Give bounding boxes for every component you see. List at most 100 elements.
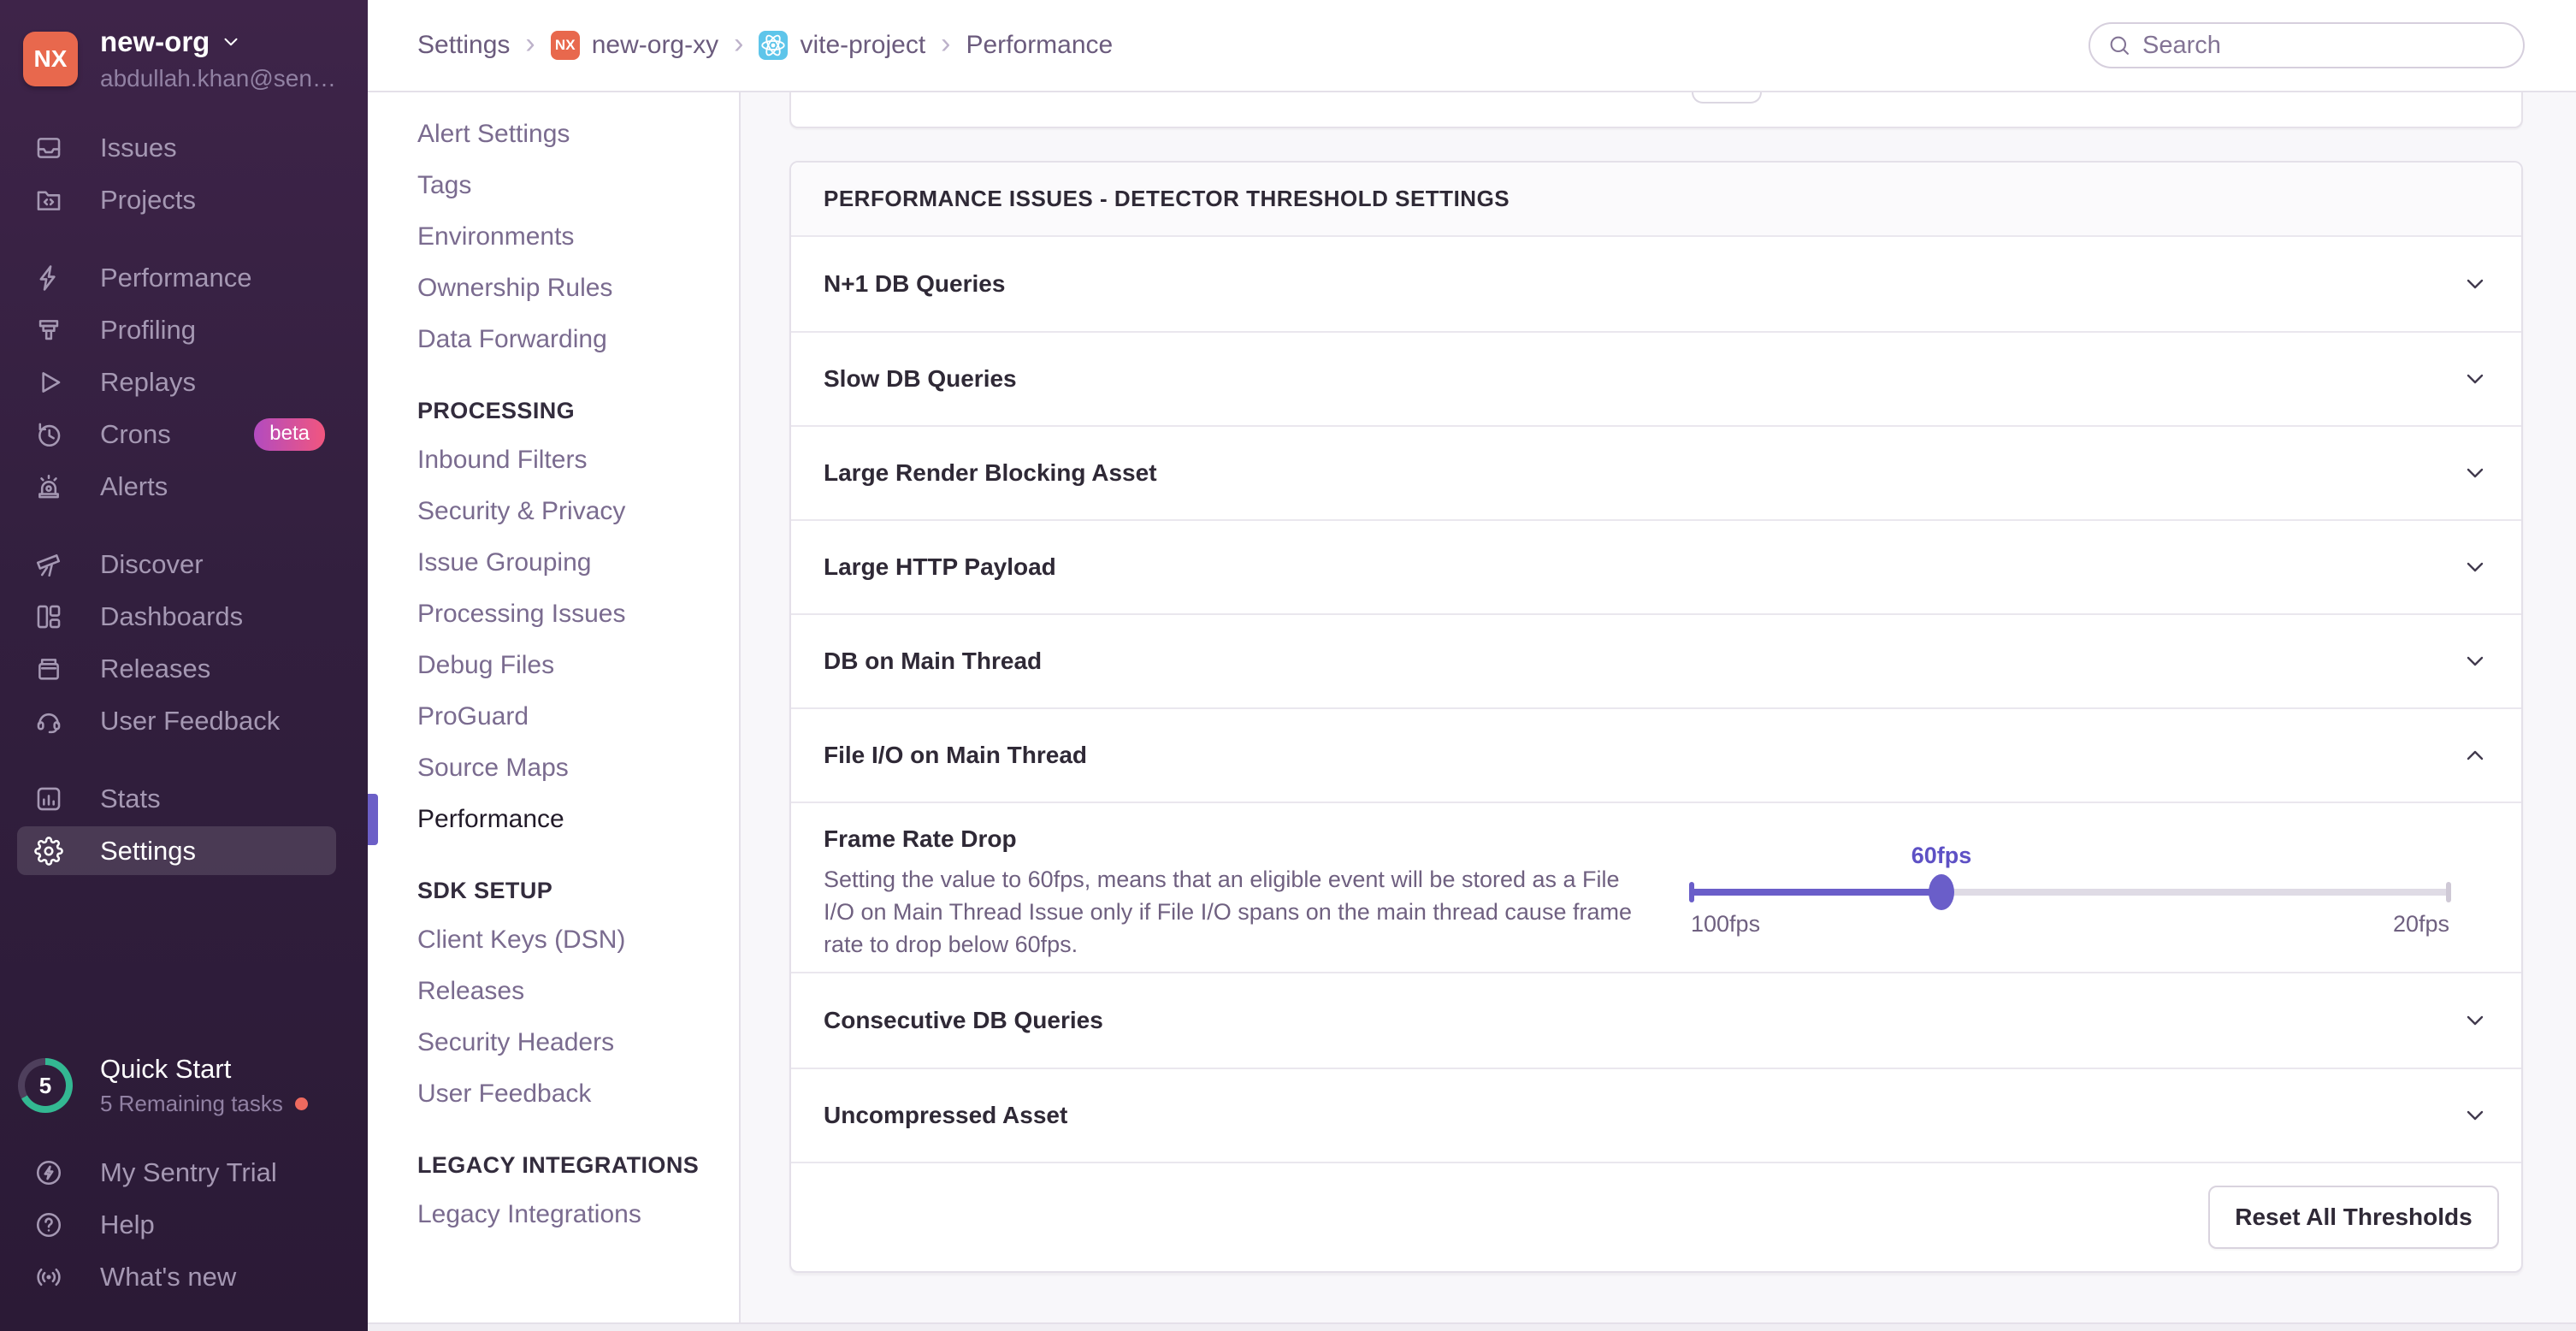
sidebar-item-my-sentry-trial[interactable]: My Sentry Trial xyxy=(0,1146,368,1198)
settings-nav-section-processing: PROCESSING xyxy=(368,387,739,435)
sidebar-item-discover[interactable]: Discover xyxy=(0,538,368,590)
sidebar-item-label: Crons xyxy=(100,419,171,450)
breadcrumb-label: new-org-xy xyxy=(592,31,718,60)
frame-rate-drop-description: Setting the value to 60fps, means that a… xyxy=(824,863,1636,961)
breadcrumb-separator: › xyxy=(525,27,535,61)
accordion-row-large-render-blocking-asset[interactable]: Large Render Blocking Asset xyxy=(791,425,2521,519)
detector-threshold-panel: PERFORMANCE ISSUES - DETECTOR THRESHOLD … xyxy=(789,161,2523,1273)
sidebar-item-projects[interactable]: Projects xyxy=(0,174,368,226)
settings-nav-item-environments[interactable]: Environments xyxy=(368,211,739,263)
settings-nav-label: Issue Grouping xyxy=(417,548,591,577)
org-avatar: NX xyxy=(23,32,78,86)
chevron-down-icon xyxy=(2461,270,2489,298)
accordion-row-label: N+1 DB Queries xyxy=(824,270,2461,298)
sidebar-item-profiling[interactable]: Profiling xyxy=(0,304,368,356)
settings-nav-label: Security & Privacy xyxy=(417,497,625,526)
sidebar-item-label: Discover xyxy=(100,549,204,580)
settings-nav-label: Ownership Rules xyxy=(417,274,612,303)
sidebar-item-releases[interactable]: Releases xyxy=(0,642,368,695)
sidebar-item-replays[interactable]: Replays xyxy=(0,356,368,408)
accordion-row-slow-db-queries[interactable]: Slow DB Queries xyxy=(791,331,2521,425)
sidebar-item-user-feedback[interactable]: User Feedback xyxy=(0,695,368,747)
settings-nav-item-data-forwarding[interactable]: Data Forwarding xyxy=(368,314,739,365)
accordion-row-label: DB on Main Thread xyxy=(824,648,2461,675)
body-row: Alert SettingsTagsEnvironments Ownership … xyxy=(368,92,2576,1322)
user-feedback-icon xyxy=(34,707,63,736)
settings-nav-item-legacy-integrations[interactable]: Legacy Integrations xyxy=(368,1189,739,1240)
react-project-icon xyxy=(759,31,788,60)
search-input[interactable] xyxy=(2142,32,2484,60)
sidebar-item-label: Issues xyxy=(100,133,177,163)
slider-handle[interactable] xyxy=(1929,874,1954,910)
chevron-down-icon xyxy=(2461,1102,2489,1129)
settings-nav-item-tags[interactable]: Tags xyxy=(368,160,739,211)
sidebar-item-alerts[interactable]: Alerts xyxy=(0,460,368,512)
reset-all-thresholds-button[interactable]: Reset All Thresholds xyxy=(2208,1186,2499,1249)
quick-start-meta: Quick Start 5 Remaining tasks xyxy=(100,1054,308,1117)
active-indicator xyxy=(368,794,378,845)
sidebar-item-what-s-new[interactable]: What's new xyxy=(0,1251,368,1303)
accordion-row-db-on-main-thread[interactable]: DB on Main Thread xyxy=(791,613,2521,707)
sidebar-item-help[interactable]: Help xyxy=(0,1198,368,1251)
alerts-icon xyxy=(34,472,63,501)
accordion-row-large-http-payload[interactable]: Large HTTP Payload xyxy=(791,519,2521,613)
settings-nav-item-alert-settings[interactable]: Alert Settings xyxy=(368,109,739,160)
settings-nav-item-performance[interactable]: Performance xyxy=(368,794,739,845)
settings-nav-item-releases[interactable]: Releases xyxy=(368,966,739,1017)
chevron-down-icon xyxy=(2461,365,2489,393)
horizontal-scrollbar-track[interactable] xyxy=(368,1322,2576,1331)
accordion-row-label: Large HTTP Payload xyxy=(824,553,2461,581)
main-content: PERFORMANCE ISSUES - DETECTOR THRESHOLD … xyxy=(741,92,2576,1322)
accordion-row-uncompressed-asset[interactable]: Uncompressed Asset xyxy=(791,1068,2521,1162)
settings-nav-item-processing-issues[interactable]: Processing Issues xyxy=(368,589,739,640)
settings-nav-item-user-feedback[interactable]: User Feedback xyxy=(368,1068,739,1120)
accordion-rows-bottom: Consecutive DB QueriesUncompressed Asset xyxy=(791,972,2521,1162)
settings-nav-item-issue-grouping[interactable]: Issue Grouping xyxy=(368,537,739,589)
sidebar-item-dashboards[interactable]: Dashboards xyxy=(0,590,368,642)
org-switcher[interactable]: NX new-org abdullah.khan@sen… xyxy=(0,0,368,92)
org-meta: new-org abdullah.khan@sen… xyxy=(100,26,336,92)
collapse-notch-button[interactable] xyxy=(1692,92,1762,104)
search-icon xyxy=(2107,33,2131,57)
breadcrumb-separator: › xyxy=(734,27,743,61)
breadcrumb-item-vite-project[interactable]: vite-project xyxy=(759,31,925,60)
search-box[interactable] xyxy=(2089,22,2525,68)
settings-nav-item-client-keys-dsn[interactable]: Client Keys (DSN) xyxy=(368,914,739,966)
settings-nav-item-debug-files[interactable]: Debug Files xyxy=(368,640,739,691)
sidebar-item-label: Settings xyxy=(100,836,196,867)
sidebar-item-issues[interactable]: Issues xyxy=(0,121,368,174)
accordion-row-file-i-o-on-main-thread[interactable]: File I/O on Main Thread xyxy=(791,707,2521,802)
primary-sidebar: NX new-org abdullah.khan@sen… Issues Proj… xyxy=(0,0,368,1331)
sidebar-footer-nav: My Sentry Trial Help What's new xyxy=(0,1146,368,1303)
org-badge: NX xyxy=(551,31,580,60)
quick-start[interactable]: 5 Quick Start 5 Remaining tasks xyxy=(0,1054,308,1117)
settings-nav-section-legacy-integrations: LEGACY INTEGRATIONS xyxy=(368,1141,739,1189)
settings-nav-item-ownership-rules[interactable]: Ownership Rules xyxy=(368,263,739,314)
breadcrumb: Settings›NXnew-org-xy›vite-project›Perfo… xyxy=(417,27,1113,64)
accordion-row-consecutive-db-queries[interactable]: Consecutive DB Queries xyxy=(791,973,2521,1068)
sidebar-item-settings[interactable]: Settings xyxy=(0,825,368,877)
sidebar-nav: Issues Projects PerformanceProfilingReplay… xyxy=(0,121,368,877)
settings-nav-label: Performance xyxy=(417,805,564,834)
sidebar-item-label: Help xyxy=(100,1210,155,1240)
settings-nav-item-inbound-filters[interactable]: Inbound Filters xyxy=(368,435,739,486)
sidebar-item-performance[interactable]: Performance xyxy=(0,251,368,304)
settings-nav-item-security-privacy[interactable]: Security & Privacy xyxy=(368,486,739,537)
sidebar-item-stats[interactable]: Stats xyxy=(0,772,368,825)
releases-icon xyxy=(34,654,63,683)
frame-rate-drop-section: Frame Rate Drop Setting the value to 60f… xyxy=(791,802,2521,972)
settings-nav-item-security-headers[interactable]: Security Headers xyxy=(368,1017,739,1068)
chevron-up-icon xyxy=(2461,742,2489,769)
slider-end-cap xyxy=(2446,882,2451,902)
sidebar-item-crons[interactable]: Cronsbeta xyxy=(0,408,368,460)
sidebar-item-label: Alerts xyxy=(100,471,168,502)
breadcrumb-item-settings[interactable]: Settings xyxy=(417,31,510,60)
breadcrumb-item-performance[interactable]: Performance xyxy=(966,31,1113,60)
accordion-row-n-1-db-queries[interactable]: N+1 DB Queries xyxy=(791,237,2521,331)
chevron-down-icon xyxy=(2461,553,2489,581)
settings-nav-label: User Feedback xyxy=(417,1080,591,1109)
settings-nav-item-proguard[interactable]: ProGuard xyxy=(368,691,739,742)
settings-nav-label: Source Maps xyxy=(417,754,569,783)
breadcrumb-item-new-org-xy[interactable]: NX new-org-xy xyxy=(551,31,718,60)
settings-nav-item-source-maps[interactable]: Source Maps xyxy=(368,742,739,794)
